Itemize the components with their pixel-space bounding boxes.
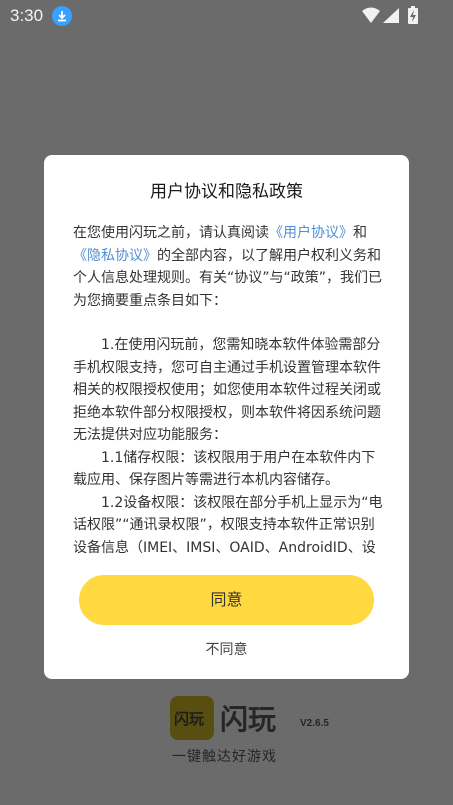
user-agreement-link[interactable]: 《用户协议》 — [269, 225, 353, 241]
intro-text: 在您使用闪玩之前，请认真阅读 — [73, 225, 269, 241]
app-slogan: 一键触达好游戏 — [172, 749, 277, 765]
clause-paragraph: 1.1储存权限：该权限用于用户在本软件内下载应用、保存图片等需进行本机内容储存。 — [73, 449, 376, 489]
app-logo: 闪玩 — [170, 696, 214, 740]
wifi-icon — [362, 7, 380, 27]
agreement-dialog: 用户协议和隐私政策 在您使用闪玩之前，请认真阅读《用户协议》和《隐私协议》的全部… — [44, 155, 409, 679]
status-bar: 3:30 — [0, 0, 453, 32]
app-name: 闪玩 — [220, 703, 277, 736]
dialog-title: 用户协议和隐私政策 — [150, 182, 303, 202]
brand-footer: 闪玩 闪玩 V2.6.5 一键触达好游戏 — [0, 690, 453, 790]
app-logo-text: 闪玩 — [174, 710, 205, 728]
status-time: 3:30 — [10, 6, 44, 25]
app-version: V2.6.5 — [300, 718, 329, 729]
signal-icon — [383, 8, 399, 27]
intro-paragraph: 在您使用闪玩之前，请认真阅读《用户协议》和《隐私协议》的全部内容，以了解用户权利… — [73, 222, 383, 312]
clause-paragraph: 1.2设备权限：该权限在部分手机上显示为“电话权限”“通讯录权限”，权限支持本软… — [73, 494, 383, 555]
download-icon — [52, 6, 72, 26]
privacy-agreement-link[interactable]: 《隐私协议》 — [73, 248, 157, 264]
intro-text: 和 — [353, 225, 367, 241]
clause-paragraph: 1.在使用闪玩前，您需知晓本软件体验需部分手机权限支持，您可自主通过手机设置管理… — [73, 337, 381, 443]
disagree-button[interactable]: 不同意 — [44, 639, 409, 659]
battery-charging-icon — [408, 6, 418, 28]
agreement-text-scroll[interactable]: 在您使用闪玩之前，请认真阅读《用户协议》和《隐私协议》的全部内容，以了解用户权利… — [73, 222, 383, 554]
agree-button[interactable]: 同意 — [79, 575, 374, 625]
